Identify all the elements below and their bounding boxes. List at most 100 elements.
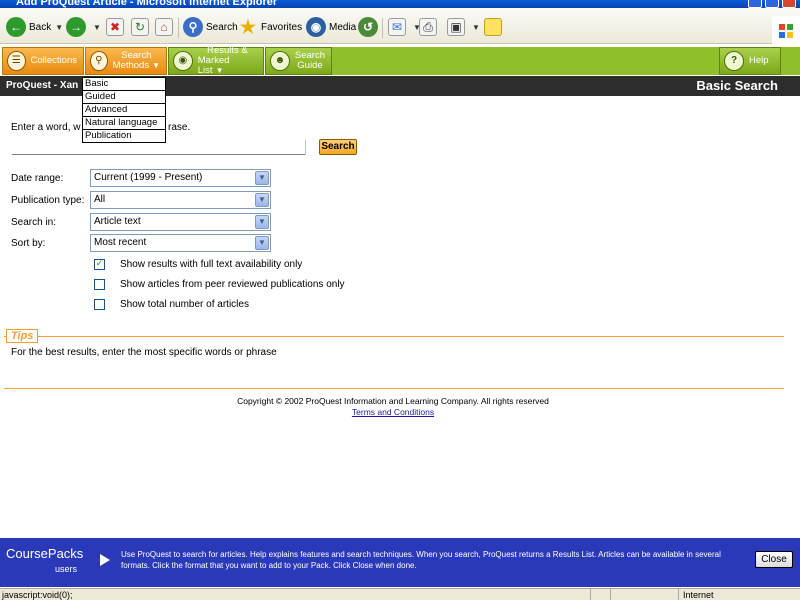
help-button[interactable]: ? Help	[719, 47, 781, 75]
menu-item-guided[interactable]: Guided	[83, 91, 165, 104]
media-label: Media	[329, 21, 357, 33]
media-icon: ◉	[306, 17, 326, 37]
edit-icon: ▣	[447, 18, 465, 36]
search-guide-text: Search Guide	[295, 51, 325, 71]
publication-type-label: Publication type:	[11, 195, 85, 206]
coursepacks-title: CoursePacks	[6, 546, 84, 561]
collections-icon: ☰	[7, 51, 26, 71]
chevron-down-icon: ▼	[93, 22, 101, 32]
media-button[interactable]: ◉ Media	[306, 16, 356, 38]
back-button[interactable]: ← Back ▼	[6, 16, 63, 38]
history-icon: ↺	[358, 17, 378, 37]
total-count-checkbox[interactable]	[94, 299, 105, 310]
status-bar: javascript:void(0); Internet	[0, 588, 800, 600]
search-input[interactable]	[12, 154, 306, 155]
favorites-button[interactable]: ★ Favorites	[238, 16, 302, 38]
search-in-select[interactable]: Article text ▼	[90, 213, 271, 231]
chevron-down-icon: ▼	[55, 22, 64, 32]
date-range-label: Date range:	[11, 173, 64, 184]
chevron-down-icon: ▼	[255, 236, 269, 250]
terms-link[interactable]: Terms and Conditions	[0, 407, 786, 417]
window-title: Add ProQuest Article - Microsoft Interne…	[16, 0, 278, 8]
search-guide-line2: Guide	[297, 60, 323, 71]
coursepacks-message: Use ProQuest to search for articles. Hel…	[121, 550, 721, 570]
search-label: Search	[206, 21, 238, 33]
back-arrow-icon: ←	[6, 17, 26, 37]
peer-reviewed-label: Show articles from peer reviewed publica…	[120, 279, 345, 290]
print-icon: ⎙	[419, 18, 437, 36]
search-input-edge	[305, 140, 306, 155]
stop-icon: ✖	[106, 18, 124, 36]
status-divider	[590, 589, 591, 600]
date-range-select[interactable]: Current (1999 - Present) ▼	[90, 169, 271, 187]
search-methods-button[interactable]: ⚲ Search Methods ▼	[85, 47, 167, 75]
history-button[interactable]: ↺	[358, 16, 381, 38]
forward-button[interactable]: → ▼	[66, 16, 101, 38]
collections-button[interactable]: ☰ Collections	[2, 47, 84, 75]
favorites-label: Favorites	[261, 21, 303, 33]
site-name: ProQuest - Xan	[6, 80, 79, 91]
sort-by-label: Sort by:	[11, 238, 46, 249]
menu-item-natural-language[interactable]: Natural language	[83, 117, 165, 130]
note-icon	[484, 18, 502, 36]
tips-divider	[4, 336, 784, 337]
menu-item-publication[interactable]: Publication	[83, 130, 165, 143]
chevron-down-icon: ▼	[152, 61, 160, 70]
copyright-text: Copyright © 2002 ProQuest Information an…	[237, 396, 549, 406]
close-button[interactable]: Close	[755, 551, 793, 568]
play-icon	[100, 554, 110, 566]
search-methods-line2: Methods	[112, 60, 150, 71]
refresh-icon: ↻	[131, 18, 149, 36]
sort-by-value: Most recent	[94, 237, 147, 248]
coursepacks-subtitle: users	[55, 564, 78, 574]
status-text: javascript:void(0);	[2, 590, 73, 600]
maximize-button[interactable]	[765, 0, 779, 8]
chevron-down-icon: ▼	[215, 66, 224, 75]
nav-spacer	[332, 47, 719, 75]
total-count-label: Show total number of articles	[120, 299, 249, 310]
search-in-value: Article text	[94, 216, 141, 227]
full-text-label: Show results with full text availability…	[120, 259, 303, 270]
edit-button[interactable]: ▣ ▼	[447, 16, 480, 38]
chevron-down-icon: ▼	[472, 22, 480, 32]
menu-item-advanced[interactable]: Advanced	[83, 104, 165, 117]
search-methods-text: Search Methods ▼	[113, 51, 160, 71]
home-button[interactable]: ⌂	[155, 16, 176, 38]
search-guide-button[interactable]: ☻ Search Guide	[265, 47, 332, 75]
chevron-down-icon: ▼	[255, 193, 269, 207]
results-text: Results & Marked List ▼	[198, 46, 257, 76]
status-divider	[678, 589, 679, 600]
search-guide-icon: ☻	[270, 51, 290, 71]
toolbar-divider	[382, 18, 383, 38]
mail-button[interactable]: ✉ ▼	[388, 16, 421, 38]
stop-button[interactable]: ✖	[106, 16, 127, 38]
print-button[interactable]: ⎙	[419, 16, 440, 38]
full-text-checkbox[interactable]: ✓	[94, 259, 105, 270]
collections-label: Collections	[30, 55, 77, 66]
help-label: Help	[749, 55, 769, 66]
nav-spacer-right	[781, 47, 800, 75]
messenger-button[interactable]	[484, 16, 505, 38]
refresh-button[interactable]: ↻	[131, 16, 152, 38]
search-submit-button[interactable]: Search	[319, 139, 357, 155]
home-icon: ⌂	[155, 18, 173, 36]
minimize-button[interactable]	[748, 0, 762, 8]
browser-toolbar: ← Back ▼ → ▼ ✖ ↻ ⌂ ⚲ Search ★ Favorites …	[0, 8, 800, 46]
status-divider	[610, 589, 611, 600]
search-button[interactable]: ⚲ Search	[183, 16, 238, 38]
menu-item-basic[interactable]: Basic	[83, 78, 165, 91]
windows-logo-icon	[772, 16, 800, 46]
sort-by-select[interactable]: Most recent ▼	[90, 234, 271, 252]
tips-heading: Tips	[6, 329, 39, 343]
date-range-value: Current (1999 - Present)	[94, 172, 203, 183]
footer-divider	[4, 388, 784, 389]
search-methods-menu: Basic Guided Advanced Natural language P…	[82, 77, 166, 143]
forward-arrow-icon: →	[66, 17, 86, 37]
publication-type-select[interactable]: All ▼	[90, 191, 271, 209]
results-marked-list-button[interactable]: ◉ Results & Marked List ▼	[168, 46, 264, 76]
publication-type-value: All	[94, 194, 106, 205]
close-window-button[interactable]	[782, 0, 796, 8]
peer-reviewed-checkbox[interactable]	[94, 279, 105, 290]
search-in-label: Search in:	[11, 217, 57, 228]
search-methods-icon: ⚲	[90, 51, 108, 71]
